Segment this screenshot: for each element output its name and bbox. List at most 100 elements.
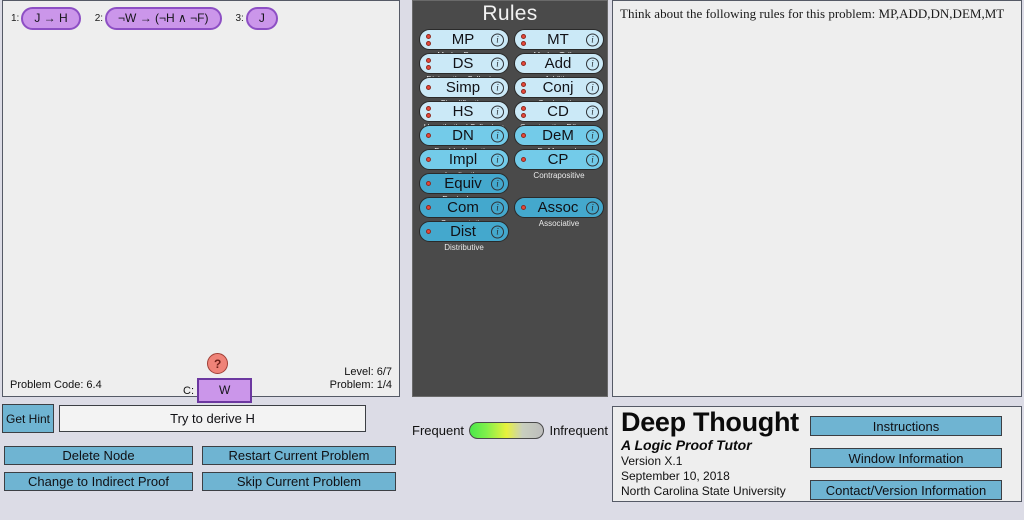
info-icon[interactable]: i (491, 153, 504, 166)
rule-cell-dist: Dist i Distributive (419, 221, 509, 252)
rule-button-impl[interactable]: Impl i (419, 149, 509, 170)
premise-dot-icon (521, 33, 526, 39)
info-icon[interactable]: i (586, 81, 599, 94)
info-icon[interactable]: i (586, 201, 599, 214)
change-to-indirect-proof-button[interactable]: Change to Indirect Proof (4, 472, 193, 491)
frequency-slider-row: Frequent Infrequent (412, 417, 608, 443)
rule-button-hs[interactable]: HS i (419, 101, 509, 122)
info-icon[interactable]: i (491, 33, 504, 46)
hint-message-text: Think about the following rules for this… (620, 6, 1005, 21)
info-icon[interactable]: i (491, 201, 504, 214)
info-icon[interactable]: i (586, 105, 599, 118)
rule-premise-dots (426, 150, 431, 169)
premise-item: 2: ¬W → (¬H ∧ ¬F) (94, 7, 222, 31)
rule-premise-dots (521, 198, 526, 217)
skip-current-problem-button[interactable]: Skip Current Problem (202, 472, 396, 491)
info-icon[interactable]: i (491, 177, 504, 190)
conclusion-node[interactable]: W (197, 378, 253, 404)
rule-premise-dots (521, 30, 526, 49)
rule-premise-dots (426, 174, 431, 193)
rule-button-dn[interactable]: DN i (419, 125, 509, 146)
rule-button-assoc[interactable]: Assoc i (514, 197, 604, 218)
premise-dot-icon (426, 112, 431, 118)
level-text: Level: 6/7 (344, 365, 392, 378)
rule-button-add[interactable]: Add i (514, 53, 604, 74)
premise-dot-icon (521, 61, 526, 66)
premise-dot-icon (521, 40, 526, 46)
get-hint-button[interactable]: Get Hint (2, 404, 54, 433)
rule-premise-dots (521, 150, 526, 169)
rule-button-cd[interactable]: CD i (514, 101, 604, 122)
message-panel: Think about the following rules for this… (612, 0, 1022, 397)
about-info-block: Deep Thought A Logic Proof Tutor Version… (621, 409, 799, 500)
delete-node-button[interactable]: Delete Node (4, 446, 193, 465)
rule-button-cp[interactable]: CP i (514, 149, 604, 170)
rule-premise-dots (426, 102, 431, 121)
rule-cell-cp: CP i Contrapositive (514, 149, 604, 180)
premise-dot-icon (426, 133, 431, 138)
level-progress-info: Level: 6/7 Problem: 1/4 (330, 366, 392, 394)
conclusion-label: C: (183, 384, 194, 397)
premise-dot-icon (426, 33, 431, 39)
rules-panel: Rules MPiModus PonensMTiModus TollensDSi… (412, 0, 608, 397)
about-panel: Deep Thought A Logic Proof Tutor Version… (612, 406, 1022, 502)
info-icon[interactable]: i (491, 81, 504, 94)
premise-dot-icon (426, 85, 431, 90)
frequency-slider[interactable] (469, 421, 545, 439)
rule-button-mt[interactable]: MT i (514, 29, 604, 50)
instructions-button[interactable]: Instructions (810, 416, 1002, 436)
info-icon[interactable]: i (491, 105, 504, 118)
premise-dot-icon (426, 181, 431, 186)
premise-item: 1: J → H (11, 7, 81, 31)
app-title: Deep Thought (621, 407, 799, 437)
rule-button-com[interactable]: Com i (419, 197, 509, 218)
rule-premise-dots (426, 30, 431, 49)
window-information-button[interactable]: Window Information (810, 448, 1002, 468)
info-icon[interactable]: i (586, 57, 599, 70)
problem-text: Problem: 1/4 (329, 379, 392, 392)
rule-premise-dots (521, 78, 526, 97)
premise-node[interactable]: J (245, 7, 278, 31)
info-icon[interactable]: i (586, 129, 599, 142)
premise-node[interactable]: J → H (21, 7, 81, 31)
premise-dot-icon (521, 112, 526, 118)
conclusion-group: ? C: W (183, 353, 253, 404)
rule-button-dist[interactable]: Dist i (419, 221, 509, 242)
restart-current-problem-button[interactable]: Restart Current Problem (202, 446, 396, 465)
frequent-label: Frequent (412, 422, 465, 438)
premise-item: 3: J (235, 7, 278, 31)
info-icon[interactable]: i (491, 225, 504, 238)
premise-number: 1: (11, 13, 20, 25)
premise-dot-icon (521, 105, 526, 111)
premise-number: 3: (235, 13, 244, 25)
premise-node[interactable]: ¬W → (¬H ∧ ¬F) (105, 7, 222, 31)
rule-premise-dots (521, 126, 526, 145)
rule-premise-dots (521, 54, 526, 73)
premise-row: 1: J → H 2: ¬W → (¬H ∧ ¬F) 3: J (11, 7, 292, 31)
app-version: Version X.1 (621, 453, 683, 468)
rule-button-mp[interactable]: MP i (419, 29, 509, 50)
info-icon[interactable]: i (491, 129, 504, 142)
question-mark-icon[interactable]: ? (207, 353, 229, 374)
premise-dot-icon (426, 157, 431, 162)
premise-dot-icon (426, 64, 431, 70)
rule-premise-dots (426, 54, 431, 73)
goal-display-field: Try to derive H (59, 405, 366, 432)
premise-dot-icon (426, 57, 431, 63)
rule-button-dem[interactable]: DeM i (514, 125, 604, 146)
app-institution: North Carolina State University (621, 484, 786, 499)
rule-button-ds[interactable]: DS i (419, 53, 509, 74)
app-date: September 10, 2018 (621, 469, 730, 484)
info-icon[interactable]: i (586, 33, 599, 46)
rule-button-simp[interactable]: Simp i (419, 77, 509, 98)
rule-full-name: Associative (538, 219, 580, 228)
app-subtitle: A Logic Proof Tutor (621, 437, 752, 453)
proof-workspace[interactable]: 1: J → H 2: ¬W → (¬H ∧ ¬F) 3: J ? C: W Proble… (2, 0, 400, 404)
premise-number: 2: (94, 13, 104, 25)
rule-button-equiv[interactable]: Equiv i (419, 173, 509, 194)
rules-panel-title: Rules (482, 2, 538, 25)
rule-button-conj[interactable]: Conj i (514, 77, 604, 98)
info-icon[interactable]: i (491, 57, 504, 70)
info-icon[interactable]: i (586, 153, 599, 166)
contact-version-information-button[interactable]: Contact/Version Information (810, 480, 1002, 500)
